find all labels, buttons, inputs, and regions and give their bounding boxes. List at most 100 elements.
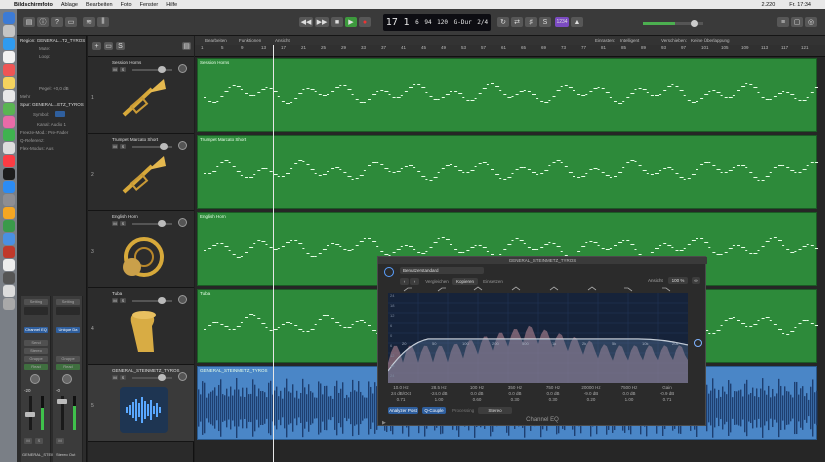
messages-icon[interactable]	[2, 129, 15, 141]
analyzer-button[interactable]: Analyzer Post	[388, 407, 418, 414]
maps-icon[interactable]	[2, 103, 15, 115]
french-horn-icon[interactable]	[118, 229, 170, 283]
setting-slot[interactable]: Setting	[24, 299, 48, 305]
track-name[interactable]: English Horn	[112, 214, 138, 219]
q-couple-button[interactable]: Q-Couple	[422, 407, 446, 414]
notes-icon[interactable]	[2, 77, 15, 89]
stop-button[interactable]: ■	[331, 17, 343, 27]
track-pan-knob[interactable]	[178, 218, 187, 227]
photos-icon[interactable]	[2, 116, 15, 128]
processing-menu[interactable]: Stereo	[478, 407, 512, 414]
toolbar-toggle-button[interactable]: ▭	[65, 17, 77, 27]
replace-button[interactable]: ⇄	[511, 17, 523, 27]
view-zoom-menu[interactable]: 100 %	[668, 277, 688, 284]
send-slot[interactable]: Send	[24, 340, 48, 346]
copy-button[interactable]: Kopieren	[452, 278, 478, 285]
setting-slot-output[interactable]: Setting	[56, 299, 80, 305]
app-icon[interactable]	[2, 246, 15, 258]
track-solo-button[interactable]: S	[120, 67, 126, 72]
mail-icon[interactable]	[2, 51, 15, 63]
add-track-button[interactable]: +	[92, 42, 101, 50]
timeline-ruler[interactable]: 1 5 9 13 17 21 25 29 33 37 41 45 49 53 57 61 65 69 73 77 81 8…	[195, 45, 825, 57]
eq-band-param[interactable]: -0.9 dB	[652, 391, 682, 396]
eq-band-param[interactable]: -9.0 dB	[576, 391, 606, 396]
track-volume-knob[interactable]	[158, 297, 166, 304]
eq-band-param[interactable]: 0.0 dB	[462, 391, 492, 396]
track-pan-knob[interactable]	[178, 141, 187, 150]
channel-eq-slot[interactable]: Channel EQ	[24, 327, 48, 333]
tuner-button[interactable]: ♯	[525, 17, 537, 27]
safari-icon[interactable]	[2, 38, 15, 50]
eq-band-param[interactable]: Gain	[652, 385, 682, 390]
region-inspector-header[interactable]: Region: GENERAL...T2_TYROS	[20, 38, 85, 43]
record-button[interactable]: ●	[359, 17, 371, 27]
finder-icon[interactable]	[2, 12, 15, 24]
freeze-mode-label[interactable]: Freeze-Mod.: Pre-Fader	[20, 130, 68, 135]
waveform-icon[interactable]	[118, 383, 170, 437]
track-name[interactable]: Session Horns	[112, 60, 141, 65]
analyzer-mode[interactable]: Post	[408, 408, 417, 413]
snap-menu[interactable]: Intelligent	[620, 38, 639, 43]
calendar-icon[interactable]	[2, 64, 15, 76]
eq-thumbnail-output[interactable]	[56, 307, 80, 315]
lowcut-band-icon[interactable]	[403, 287, 412, 292]
eq-band-param[interactable]: 0.30	[500, 397, 530, 402]
peak1-band-icon[interactable]	[473, 286, 483, 291]
cycle-button[interactable]: ↻	[497, 17, 509, 27]
highcut-band-icon[interactable]	[662, 287, 671, 292]
link-icon[interactable]: ∞	[692, 277, 700, 284]
preset-prev-button[interactable]: ‹	[400, 278, 409, 285]
eq-band-param[interactable]: -24.0 dB	[424, 391, 454, 396]
playhead[interactable]	[273, 45, 274, 462]
tuba-icon[interactable]	[118, 306, 170, 360]
track-mute-button[interactable]: M	[112, 298, 118, 303]
status-clock[interactable]: Fr. 17:34	[789, 2, 811, 8]
play-button[interactable]: ▶	[345, 17, 357, 27]
trumpet-icon[interactable]	[118, 75, 170, 129]
numbers-icon[interactable]	[2, 220, 15, 232]
track-volume-knob[interactable]	[160, 143, 168, 150]
eq-band-param[interactable]: 7500 Hz	[614, 385, 644, 390]
lcd-key[interactable]: G-Dur	[454, 19, 472, 26]
track-volume-slider[interactable]	[132, 300, 172, 302]
volume-fader-cap[interactable]	[25, 412, 35, 417]
arrange-view-menu[interactable]: Ansicht	[275, 38, 290, 43]
region-gain-label[interactable]: Pegel: +0,0 dB	[39, 86, 69, 91]
track-header[interactable]: 5 GENERAL_STEINMETZ_TYROS M S	[88, 365, 194, 442]
lcd-tempo[interactable]: 120	[437, 19, 448, 26]
track-header[interactable]: 2 Trumpet Marcato Short M S	[88, 134, 194, 211]
menu-hilfe[interactable]: Hilfe	[166, 2, 177, 8]
track-solo-button[interactable]: S	[120, 298, 126, 303]
peak4-band-icon[interactable]	[587, 286, 597, 291]
pages-icon[interactable]	[2, 207, 15, 219]
eq-band-param[interactable]: 0.0 dB	[614, 391, 644, 396]
output-slot[interactable]: Stereo	[24, 348, 48, 354]
compare-button[interactable]: Vergleichen	[424, 278, 450, 285]
track-name[interactable]: Tuba	[112, 291, 122, 296]
facetime-icon[interactable]	[2, 142, 15, 154]
track-mute-button[interactable]: M	[112, 144, 118, 149]
group-slot[interactable]: Gruppe	[24, 356, 48, 362]
menu-app[interactable]: Bildschirmfoto	[14, 2, 53, 8]
track-solo-button[interactable]: S	[120, 221, 126, 226]
smart-controls-button[interactable]: ≋	[83, 17, 95, 27]
track-view-icon[interactable]: ▤	[182, 42, 191, 50]
music-icon[interactable]	[2, 155, 15, 167]
eq-band-param[interactable]: 0.71	[386, 397, 416, 402]
track-mute-button[interactable]: M	[112, 221, 118, 226]
gain-knob[interactable]	[694, 339, 702, 347]
pan-knob[interactable]	[30, 374, 40, 384]
region-more-toggle[interactable]: Mehr	[20, 94, 30, 99]
highshelf-band-icon[interactable]	[624, 287, 633, 292]
eq-graph[interactable]: 24 18 12 6 0 6 12 18 24 20 50 100 200 500 1k 2k 5k 10k 20k	[387, 293, 689, 383]
eq-band-param[interactable]: 0.30	[538, 397, 568, 402]
appstore-icon[interactable]	[2, 181, 15, 193]
eq-band-param[interactable]: 10.0 Hz	[386, 385, 416, 390]
eq-band-param[interactable]: 0.71	[652, 397, 682, 402]
master-volume-knob[interactable]	[691, 20, 698, 27]
logic-pro-icon[interactable]	[2, 168, 15, 180]
track-volume-knob[interactable]	[158, 374, 166, 381]
eq-band-param[interactable]: 750 Hz	[538, 385, 568, 390]
track-header[interactable]: 4 Tuba M S	[88, 288, 194, 365]
preset-menu[interactable]: Benutzerstandard	[400, 267, 484, 274]
